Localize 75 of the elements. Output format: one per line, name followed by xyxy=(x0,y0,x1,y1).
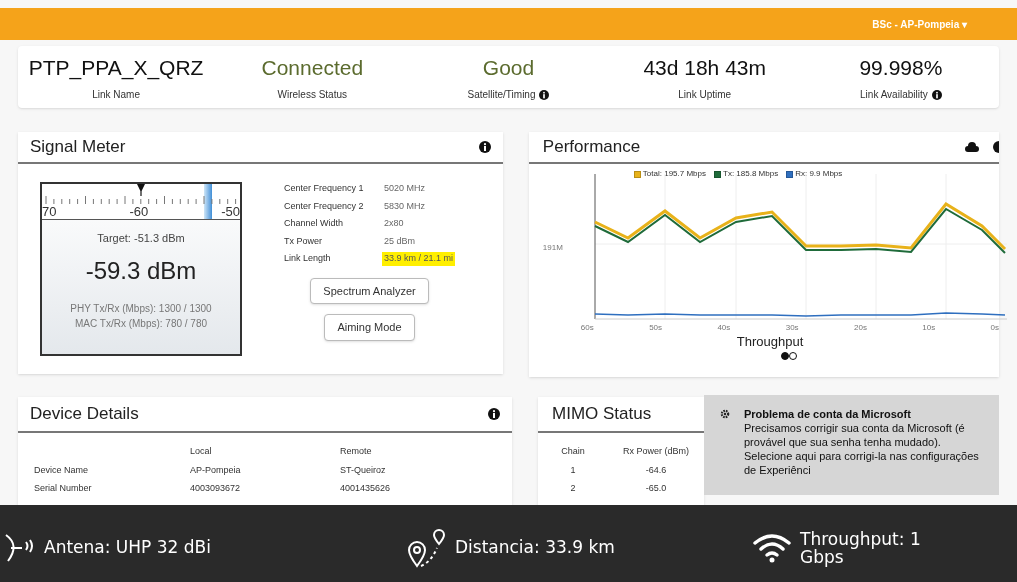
property-label: Center Frequency 1 xyxy=(284,182,365,195)
scale-label: -50 xyxy=(221,205,240,218)
scale-label: 70 xyxy=(42,205,57,218)
info-icon[interactable] xyxy=(478,141,491,153)
table-cell-text: -64.6 xyxy=(644,463,668,477)
summary-value: 99.998% xyxy=(859,54,943,81)
column-header: Local xyxy=(190,445,213,458)
property-label: Center Frequency 2 xyxy=(284,199,365,213)
column-header: Rx Power (dBm) xyxy=(622,445,690,458)
phy-rate: PHY Tx/Rx (Mbps): 1300 / 1300 xyxy=(69,301,213,316)
legend-label: Rx: 9.9 Mbps xyxy=(795,168,843,180)
chart-title: Throughput xyxy=(736,333,804,351)
action-button[interactable]: Aiming Mode xyxy=(324,314,415,341)
table-cell-text: ST-Queiroz xyxy=(340,463,387,477)
signal-reading: -59.3 dBm xyxy=(84,255,198,286)
target-zone xyxy=(204,184,212,219)
summary-label: Link Availability xyxy=(860,88,928,103)
panel-title: Device Details xyxy=(30,403,139,426)
info-icon[interactable] xyxy=(539,89,550,100)
action-button[interactable]: Spectrum Analyzer xyxy=(310,277,429,304)
panel-title: MIMO Status xyxy=(552,403,652,426)
axis-label: 0s xyxy=(990,322,999,334)
property-value: 5020 MHz xyxy=(384,182,426,195)
scale-label: -60 xyxy=(129,205,149,218)
table-cell-text: 4003093672 xyxy=(190,482,242,495)
summary-label: Link Name xyxy=(92,88,140,103)
table-cell-text: 2 xyxy=(569,482,577,495)
summary-label: Satellite/Timing xyxy=(467,88,536,103)
notification-title: Problema de conta da Microsoft xyxy=(744,407,912,421)
axis-label: 191M xyxy=(542,242,563,254)
summary-value: 43d 18h 43m xyxy=(643,54,766,81)
info-text: Distancia: 33.9 km xyxy=(455,535,615,559)
notification-text: Precisamos corrigir sua conta da Microsoft (é provável que sua senha tenha mudado). Selecione aqui para corrigi-la nas configurações de Experiênci xyxy=(744,421,980,477)
axis-label: 20s xyxy=(854,322,867,334)
property-label: Tx Power xyxy=(284,234,323,248)
table-cell-text: AP-Pompeia xyxy=(190,463,242,477)
summary-value: Connected xyxy=(261,54,364,81)
panel-title: Performance xyxy=(542,136,641,159)
axis-label: 10s xyxy=(922,322,936,334)
table-cell-text: Serial Number xyxy=(34,482,93,495)
cloud-icon[interactable] xyxy=(965,142,979,152)
property-value: 25 dBm xyxy=(384,234,416,248)
column-header: Remote xyxy=(340,445,373,458)
axis-label: 40s xyxy=(717,322,731,334)
table-cell-text: 4001435626 xyxy=(340,482,392,495)
property-label: Channel Width xyxy=(284,217,345,230)
summary-value: Good xyxy=(482,54,535,81)
summary-label: Link Uptime xyxy=(678,88,732,103)
property-value: 2x80 xyxy=(384,217,404,230)
info-icon[interactable] xyxy=(993,141,999,153)
settings-icon xyxy=(720,409,730,419)
table-cell-text: 1 xyxy=(569,463,577,477)
summary-label: Wireless Status xyxy=(277,88,347,103)
notification-toast[interactable]: Problema de conta da Microsoft Precisamos corrigir sua conta da Microsoft (é provável que sua senha tenha mudado). Selecione aqui para corrigi-la nas configurações de Experiênci xyxy=(704,395,999,495)
axis-label: 30s xyxy=(785,322,799,334)
map-pins-icon xyxy=(407,527,447,568)
column-header: Chain xyxy=(560,445,586,458)
info-text: Throughput: 1 Gbps xyxy=(800,529,922,566)
target-text: Target: -51.3 dBm xyxy=(96,231,186,246)
info-icon[interactable] xyxy=(488,408,500,420)
legend-label: Tx: 185.8 Mbps xyxy=(723,168,779,180)
property-label: Link Length xyxy=(284,252,332,265)
wifi-icon xyxy=(752,532,792,563)
info-text: Antena: UHP 32 dBi xyxy=(44,535,211,559)
panel-title: Signal Meter xyxy=(30,136,126,159)
table-cell-text: Device Name xyxy=(34,463,90,477)
property-value: 5830 MHz xyxy=(384,199,426,213)
mac-rate: MAC Tx/Rx (Mbps): 780 / 780 xyxy=(73,316,209,331)
axis-label: 60s xyxy=(580,322,594,334)
info-icon[interactable] xyxy=(931,89,942,100)
table-cell-text: -65.0 xyxy=(644,482,668,495)
property-value: 33.9 km / 21.1 mi xyxy=(382,252,456,266)
summary-value: PTP_PPA_X_QRZ xyxy=(28,54,204,82)
legend-label: Total: 195.7 Mbps xyxy=(642,168,706,180)
axis-label: 50s xyxy=(649,322,663,334)
